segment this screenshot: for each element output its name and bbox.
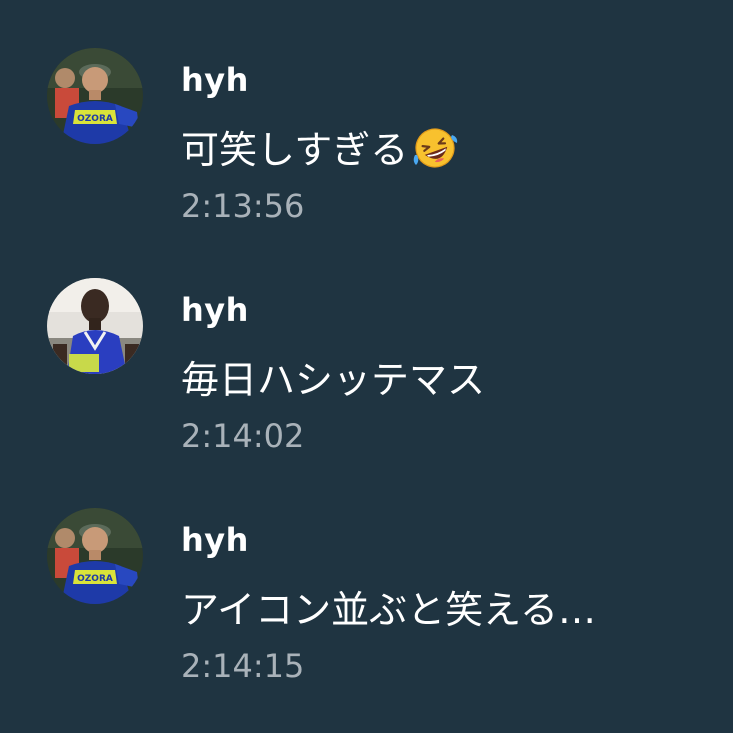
avatar[interactable]: OZORA	[47, 48, 143, 144]
username: hyh	[181, 61, 249, 99]
rolling-on-the-floor-laughing-icon	[413, 128, 458, 168]
timestamp: 2:13:56	[181, 187, 305, 225]
timestamp: 2:14:15	[181, 647, 305, 685]
chat-message: OZORA hyh アイコン並ぶと笑える… 2:14:15	[0, 460, 733, 685]
timestamp: 2:14:02	[181, 417, 305, 455]
message-text: アイコン並ぶと笑える…	[181, 588, 596, 632]
avatar-image: OZORA	[47, 508, 143, 604]
message-text-content: 可笑しすぎる	[181, 128, 409, 172]
message-text: 可笑しすぎる	[181, 125, 460, 175]
avatar[interactable]: OZORA	[47, 508, 143, 604]
chat-message: hyh 毎日ハシッテマス 2:14:02	[0, 230, 733, 455]
avatar-image	[47, 278, 143, 374]
svg-text:OZORA: OZORA	[77, 114, 113, 124]
chat-message: OZORA hyh 可笑しすぎる 2:13:56	[0, 0, 733, 225]
message-text: 毎日ハシッテマス	[181, 358, 486, 402]
avatar[interactable]	[47, 278, 143, 374]
avatar-image: OZORA	[47, 48, 143, 144]
username: hyh	[181, 521, 249, 559]
svg-text:OZORA: OZORA	[77, 574, 113, 584]
username: hyh	[181, 291, 249, 329]
